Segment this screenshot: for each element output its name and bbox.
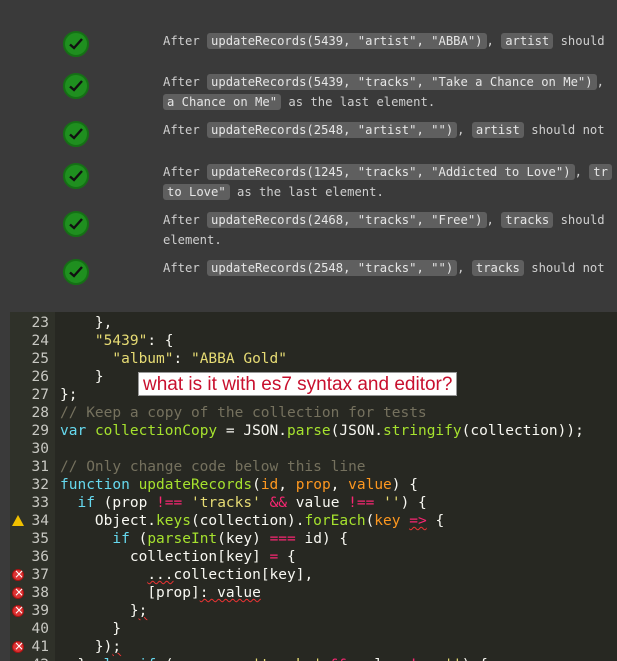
line-number: 41 [31, 639, 49, 655]
line-number: 36 [31, 549, 49, 565]
code-line[interactable]: 37 ...collection[key], [10, 565, 617, 584]
code-line[interactable]: 30 [10, 440, 617, 458]
code-text[interactable]: collection[key] = { [60, 548, 296, 566]
code-text[interactable]: }); [60, 638, 121, 656]
check-icon [63, 121, 89, 147]
code-line[interactable]: 24 "5439": { [10, 332, 617, 350]
line-number: 34 [31, 513, 49, 529]
line-number: 29 [31, 423, 49, 439]
code-line[interactable]: 38 [prop]: value [10, 583, 617, 602]
code-text[interactable]: } [60, 368, 104, 386]
line-number: 24 [31, 333, 49, 349]
test-text-line2: a Chance on Me" as the last element. [163, 92, 435, 112]
code-text[interactable]: if (parseInt(key) === id) { [60, 530, 348, 548]
code-line[interactable]: 23 }, [10, 314, 617, 332]
line-number: 35 [31, 531, 49, 547]
test-text: After updateRecords(2468, "tracks", "Fre… [163, 212, 605, 228]
code-text[interactable]: function updateRecords(id, prop, value) … [60, 476, 418, 494]
line-number: 31 [31, 459, 49, 475]
code-editor[interactable]: 23 }, 24 "5439": {25 "album": "ABBA Gold"… [10, 312, 617, 661]
check-icon [63, 31, 89, 57]
code-text[interactable]: "album": "ABBA Gold" [60, 350, 287, 368]
check-icon [63, 259, 89, 285]
annotation-tooltip: what is it with es7 syntax and editor? [138, 372, 458, 396]
code-line[interactable]: 31 // Only change code below this line [10, 458, 617, 476]
code-line[interactable]: 42 } else if (prop === 'tracks' && value… [10, 656, 617, 661]
code-text[interactable]: }; [60, 386, 77, 404]
test-text: After updateRecords(5439, "artist", "ABB… [163, 33, 605, 49]
code-line[interactable]: 29 var collectionCopy = JSON.parse(JSON.s… [10, 422, 617, 440]
line-number: 26 [31, 369, 49, 385]
line-number: 39 [31, 603, 49, 619]
check-icon [63, 211, 89, 237]
code-line[interactable]: 33 if (prop !== 'tracks' && value !== ''… [10, 494, 617, 512]
test-results-panel: After updateRecords(5439, "artist", "ABB… [0, 0, 617, 312]
test-text: After updateRecords(1245, "tracks", "Add… [163, 162, 612, 182]
code-line[interactable]: 32 function updateRecords(id, prop, value… [10, 476, 617, 494]
code-text[interactable]: if (prop !== 'tracks' && value !== '') { [60, 494, 426, 512]
code-line[interactable]: 34 Object.keys(collection).forEach(key =… [10, 512, 617, 530]
test-text: After updateRecords(2548, "artist", ""),… [163, 122, 605, 138]
line-number: 38 [31, 585, 49, 601]
code-text[interactable]: // Only change code below this line [60, 458, 366, 476]
code-line[interactable]: 36 collection[key] = { [10, 548, 617, 566]
code-line[interactable]: 39 }; [10, 601, 617, 620]
line-number: 27 [31, 387, 49, 403]
test-text-line2: to Love" as the last element. [163, 182, 384, 202]
test-text-line2: element. [163, 233, 222, 247]
code-line[interactable]: 35 if (parseInt(key) === id) { [10, 530, 617, 548]
code-text[interactable]: } else if (prop === 'tracks' && value !=… [60, 656, 487, 661]
code-line[interactable]: 25 "album": "ABBA Gold" [10, 350, 617, 368]
code-text[interactable]: // Keep a copy of the collection for tes… [60, 404, 427, 422]
code-text[interactable]: ...collection[key], [60, 566, 313, 584]
line-number: 25 [31, 351, 49, 367]
line-number: 32 [31, 477, 49, 493]
line-number: 42 [10, 656, 49, 661]
code-line[interactable]: 41 }); [10, 637, 617, 656]
check-icon [63, 163, 89, 189]
line-number: 28 [31, 405, 49, 421]
code-line[interactable]: 40 } [10, 620, 617, 638]
code-line[interactable]: 28 // Keep a copy of the collection for t… [10, 404, 617, 422]
line-number: 23 [31, 315, 49, 331]
code-text[interactable]: "5439": { [60, 332, 174, 350]
code-text[interactable]: var collectionCopy = JSON.parse(JSON.str… [60, 422, 584, 440]
check-icon [63, 73, 89, 99]
code-text[interactable]: }, [60, 314, 112, 332]
line-number: 37 [31, 567, 49, 583]
code-text[interactable]: [prop]: value [60, 584, 261, 602]
test-text: After updateRecords(5439, "tracks", "Tak… [163, 74, 604, 90]
code-text[interactable]: } [60, 620, 121, 638]
line-number: 33 [31, 495, 49, 511]
code-text[interactable]: }; [60, 602, 147, 620]
test-text: After updateRecords(2548, "tracks", ""),… [163, 260, 605, 276]
code-text[interactable]: Object.keys(collection).forEach(key => { [60, 512, 444, 530]
line-number: 30 [31, 441, 49, 457]
line-number: 40 [31, 621, 49, 637]
